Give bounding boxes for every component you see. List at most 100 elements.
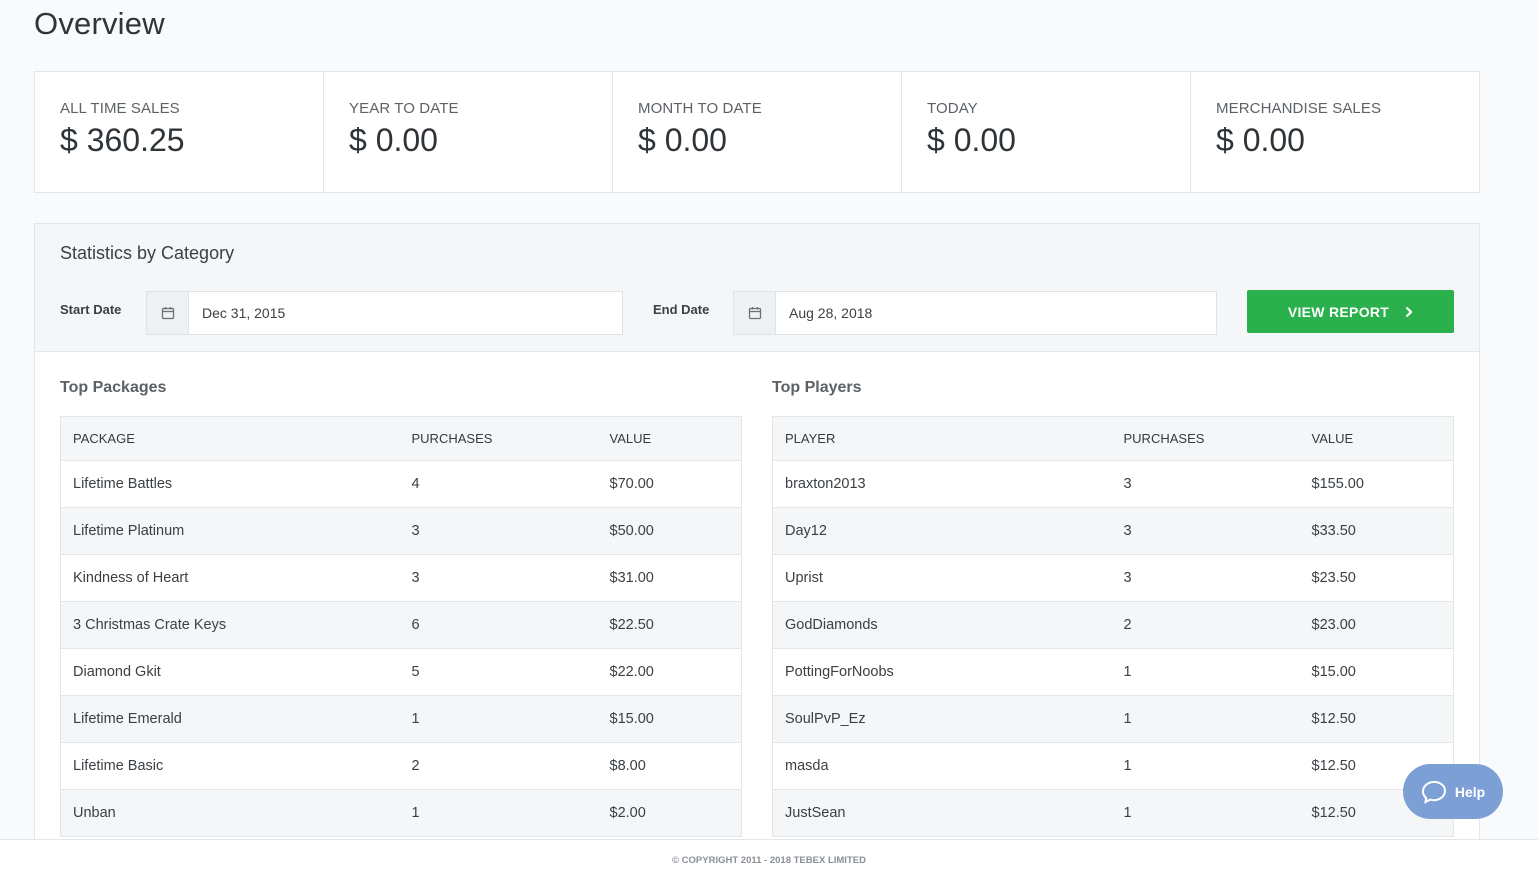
end-date-label: End Date xyxy=(653,302,710,317)
stats-row: ALL TIME SALES $ 360.25 YEAR TO DATE $ 0… xyxy=(34,71,1480,193)
table-row: GodDiamonds 2 $23.00 xyxy=(772,601,1454,649)
chevron-right-icon xyxy=(1405,306,1413,317)
table-row: masda 1 $12.50 xyxy=(772,742,1454,790)
purchases: 1 xyxy=(1111,648,1300,696)
stat-year-to-date: YEAR TO DATE $ 0.00 xyxy=(324,72,613,192)
value: $15.00 xyxy=(597,695,742,743)
table-row: SoulPvP_Ez 1 $12.50 xyxy=(772,695,1454,743)
purchases: 6 xyxy=(399,601,598,649)
stat-value: $ 0.00 xyxy=(1216,122,1305,158)
player-name: PottingForNoobs xyxy=(772,648,1112,696)
top-players-table: PLAYER PURCHASES VALUE braxton2013 3 $155.… xyxy=(772,416,1454,837)
statistics-by-category-panel: Statistics by Category Start Date End Da… xyxy=(34,223,1480,863)
column-header[interactable]: PURCHASES xyxy=(1111,416,1300,461)
value: $155.00 xyxy=(1299,460,1454,508)
table-row: Day12 3 $33.50 xyxy=(772,507,1454,555)
column-header[interactable]: PURCHASES xyxy=(399,416,598,461)
table-row: JustSean 1 $12.50 xyxy=(772,789,1454,837)
table-row: Kindness of Heart 3 $31.00 xyxy=(60,554,742,602)
purchases: 1 xyxy=(1111,695,1300,743)
chat-bubble-icon xyxy=(1421,780,1446,804)
category-title: Statistics by Category xyxy=(60,243,235,263)
player-name: SoulPvP_Ez xyxy=(772,695,1112,743)
value: $15.00 xyxy=(1299,648,1454,696)
stat-label: YEAR TO DATE xyxy=(349,100,459,117)
purchases: 4 xyxy=(399,460,598,508)
stat-label: ALL TIME SALES xyxy=(60,100,180,117)
player-name: braxton2013 xyxy=(772,460,1112,508)
stat-merchandise-sales: MERCHANDISE SALES $ 0.00 xyxy=(1191,72,1479,192)
table-header-row: PACKAGE PURCHASES VALUE xyxy=(60,416,742,461)
value: $33.50 xyxy=(1299,507,1454,555)
value: $12.50 xyxy=(1299,695,1454,743)
purchases: 3 xyxy=(399,507,598,555)
view-report-button[interactable]: VIEW REPORT xyxy=(1247,290,1454,333)
help-button[interactable]: Help xyxy=(1403,764,1503,819)
view-report-label: VIEW REPORT xyxy=(1287,303,1390,320)
footer-copyright: © COPYRIGHT 2011 - 2018 TEBEX LIMITED xyxy=(0,839,1538,874)
table-row: Lifetime Basic 2 $8.00 xyxy=(60,742,742,790)
stat-value: $ 0.00 xyxy=(927,122,1016,158)
package-name: 3 Christmas Crate Keys xyxy=(60,601,400,649)
top-packages-table: PACKAGE PURCHASES VALUE Lifetime Battles… xyxy=(60,416,742,837)
package-name: Lifetime Emerald xyxy=(60,695,400,743)
table-row: 3 Christmas Crate Keys 6 $22.50 xyxy=(60,601,742,649)
help-label: Help xyxy=(1454,783,1486,800)
package-name: Diamond Gkit xyxy=(60,648,400,696)
value: $31.00 xyxy=(597,554,742,602)
table-row: braxton2013 3 $155.00 xyxy=(772,460,1454,508)
table-row: Lifetime Emerald 1 $15.00 xyxy=(60,695,742,743)
calendar-icon[interactable] xyxy=(734,292,776,334)
purchases: 3 xyxy=(399,554,598,602)
stat-label: MERCHANDISE SALES xyxy=(1216,100,1382,117)
package-name: Unban xyxy=(60,789,400,837)
table-header-row: PLAYER PURCHASES VALUE xyxy=(772,416,1454,461)
player-name: Day12 xyxy=(772,507,1112,555)
stat-label: MONTH TO DATE xyxy=(638,100,762,117)
table-row: Uprist 3 $23.50 xyxy=(772,554,1454,602)
player-name: JustSean xyxy=(772,789,1112,837)
calendar-icon[interactable] xyxy=(147,292,189,334)
stat-label: TODAY xyxy=(927,100,978,117)
value: $23.50 xyxy=(1299,554,1454,602)
start-date-field[interactable] xyxy=(146,291,623,335)
purchases: 3 xyxy=(1111,460,1300,508)
end-date-input[interactable] xyxy=(776,292,1216,334)
purchases: 3 xyxy=(1111,507,1300,555)
top-players-title: Top Players xyxy=(772,379,862,396)
table-row: Unban 1 $2.00 xyxy=(60,789,742,837)
column-header[interactable]: PLAYER xyxy=(772,416,1112,461)
value: $22.50 xyxy=(597,601,742,649)
player-name: masda xyxy=(772,742,1112,790)
column-header[interactable]: VALUE xyxy=(1299,416,1454,461)
purchases: 1 xyxy=(399,695,598,743)
player-name: Uprist xyxy=(772,554,1112,602)
purchases: 5 xyxy=(399,648,598,696)
stat-value: $ 0.00 xyxy=(349,122,438,158)
top-packages-title: Top Packages xyxy=(60,379,167,396)
table-row: Diamond Gkit 5 $22.00 xyxy=(60,648,742,696)
package-name: Lifetime Battles xyxy=(60,460,400,508)
purchases: 1 xyxy=(399,789,598,837)
category-header: Statistics by Category Start Date End Da… xyxy=(35,224,1479,352)
start-date-input[interactable] xyxy=(189,292,622,334)
purchases: 1 xyxy=(1111,789,1300,837)
stat-all-time-sales: ALL TIME SALES $ 360.25 xyxy=(35,72,324,192)
page-title: Overview xyxy=(34,6,165,41)
column-header[interactable]: VALUE xyxy=(597,416,742,461)
value: $70.00 xyxy=(597,460,742,508)
table-row: Lifetime Platinum 3 $50.00 xyxy=(60,507,742,555)
start-date-label: Start Date xyxy=(60,302,122,317)
player-name: GodDiamonds xyxy=(772,601,1112,649)
column-header[interactable]: PACKAGE xyxy=(60,416,400,461)
package-name: Lifetime Basic xyxy=(60,742,400,790)
value: $2.00 xyxy=(597,789,742,837)
stat-month-to-date: MONTH TO DATE $ 0.00 xyxy=(613,72,902,192)
stat-today: TODAY $ 0.00 xyxy=(902,72,1191,192)
purchases: 2 xyxy=(399,742,598,790)
table-row: PottingForNoobs 1 $15.00 xyxy=(772,648,1454,696)
value: $23.00 xyxy=(1299,601,1454,649)
end-date-field[interactable] xyxy=(733,291,1217,335)
value: $8.00 xyxy=(597,742,742,790)
stat-value: $ 0.00 xyxy=(638,122,727,158)
